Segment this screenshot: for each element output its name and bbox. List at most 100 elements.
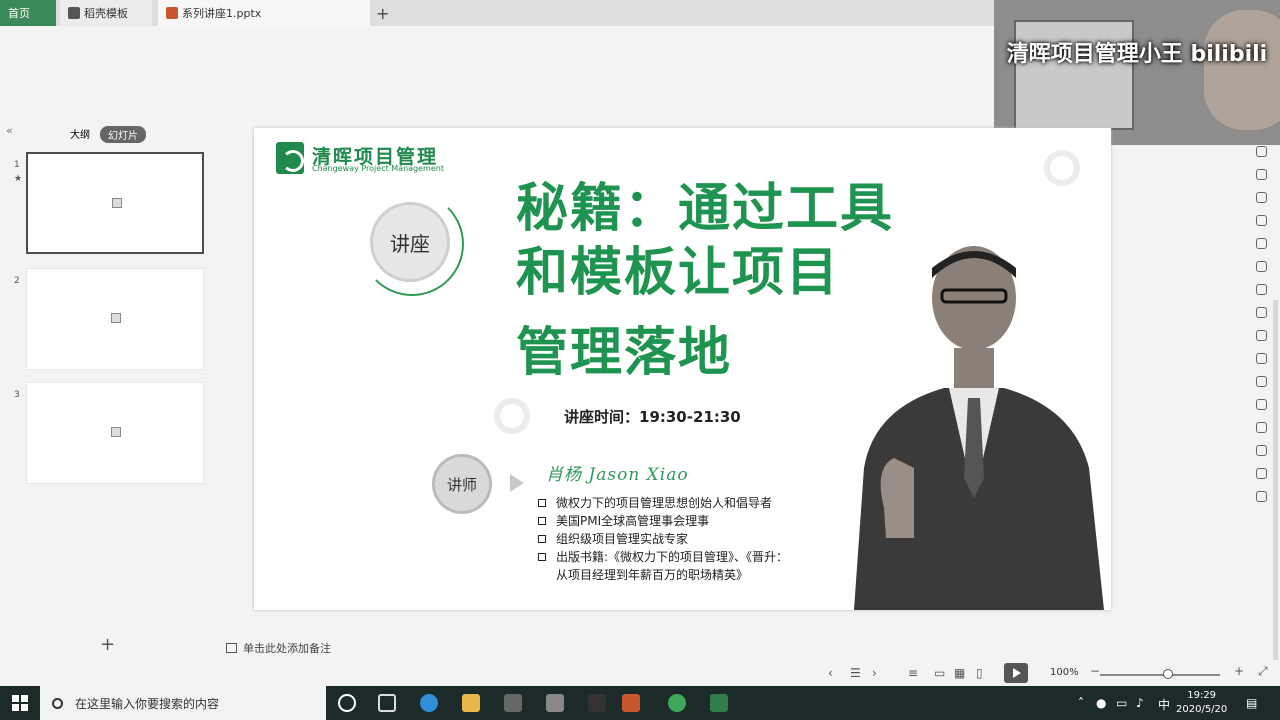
list-item: 微权力下的项目管理思想创始人和倡导者 (538, 494, 788, 512)
app-icon[interactable] (588, 694, 606, 712)
edge-icon[interactable] (420, 694, 438, 712)
wps-writer-icon[interactable] (710, 694, 728, 712)
zoom-level[interactable]: 100% (1050, 667, 1079, 678)
zoom-in-icon[interactable]: + (1234, 664, 1244, 678)
tool-icon[interactable] (1256, 261, 1267, 272)
list-item: 出版书籍:《微权力下的项目管理》、《晋升： (538, 548, 788, 566)
cortana-icon[interactable] (338, 694, 356, 712)
add-slide-button[interactable]: + (100, 634, 115, 655)
scrollbar[interactable] (1273, 300, 1278, 660)
slide-thumbnail[interactable] (26, 268, 204, 370)
tool-icon[interactable] (1256, 146, 1267, 157)
slideshow-play-button[interactable] (1004, 663, 1028, 683)
wps-presentation-icon[interactable] (622, 694, 640, 712)
list-item: 从项目经理到年薪百万的职场精英》 (538, 566, 788, 584)
list-item: 美国PMI全球高管理事会理事 (538, 512, 788, 530)
watermark: 清晖项目管理小王 bilibili (1006, 42, 1268, 67)
webcam-presenter (1204, 10, 1280, 130)
tool-icon[interactable] (1256, 422, 1267, 433)
image-placeholder-icon (112, 198, 122, 208)
status-bar: ‹ ☰ › ≡ ▭ ▦ ▯ (0, 660, 1280, 686)
zoom-out-icon[interactable]: − (1090, 664, 1100, 678)
tool-icon[interactable] (1256, 307, 1267, 318)
decorative-ring (494, 398, 530, 434)
tool-icon[interactable] (1256, 238, 1267, 249)
teacher-name: 肖杨 Jason Xiao (546, 465, 689, 485)
tool-icon[interactable] (1256, 353, 1267, 364)
new-tab-button[interactable]: + (376, 4, 389, 23)
volume-icon[interactable]: ♪ (1136, 696, 1144, 710)
presenter-photo (854, 246, 1104, 610)
taskbar-search-input[interactable]: 在这里输入你要搜索的内容 (40, 686, 326, 720)
company-logo (276, 142, 304, 174)
tool-icon[interactable] (1256, 491, 1267, 502)
search-placeholder: 在这里输入你要搜索的内容 (75, 696, 220, 711)
windows-taskbar: 在这里输入你要搜索的内容 ˄ ● ▭ ♪ 中 19:29 2020/5/20 ▤ (0, 686, 1280, 720)
pptx-file-icon (166, 7, 178, 19)
tab-templates[interactable]: 稻壳模板 (60, 0, 152, 26)
tool-icon[interactable] (1256, 468, 1267, 479)
tool-icon[interactable] (1256, 376, 1267, 387)
tool-icon[interactable] (1256, 330, 1267, 341)
next-slide-icon[interactable]: › (872, 666, 877, 680)
tray-icon[interactable]: ˄ (1078, 696, 1084, 710)
list-item-text: 出版书籍:《微权力下的项目管理》、《晋升： (556, 550, 789, 564)
webcam-overlay: 清晖项目管理小王 bilibili (994, 0, 1280, 145)
notes-toggle-icon[interactable]: ≡ (908, 666, 918, 680)
task-view-icon[interactable] (378, 694, 396, 712)
windows-start-icon[interactable] (12, 695, 28, 711)
prev-slide-icon[interactable]: ‹ (828, 666, 833, 680)
normal-view-icon[interactable]: ▭ (934, 666, 945, 680)
tray-icon[interactable]: ▭ (1116, 696, 1127, 710)
slide-title-line: 和模板让项目 (516, 243, 841, 303)
collapse-panel-button[interactable]: « (6, 124, 13, 137)
slide-thumbnail[interactable] (26, 382, 204, 484)
tab-home-label: 首页 (8, 7, 30, 20)
tool-icon[interactable] (1256, 215, 1267, 226)
list-item-text: 从项目经理到年薪百万的职场精英》 (556, 568, 749, 582)
tool-icon[interactable] (1256, 169, 1267, 180)
slide-number: 1 (14, 160, 20, 170)
app-icon[interactable] (546, 694, 564, 712)
tool-icon[interactable] (1256, 399, 1267, 410)
zoom-slider[interactable] (1100, 674, 1220, 676)
tab-document[interactable]: 系列讲座1.pptx (158, 0, 370, 26)
image-placeholder-icon (111, 313, 121, 323)
clock-date: 2020/5/20 (1176, 704, 1228, 715)
sorter-view-icon[interactable]: ▦ (954, 666, 965, 680)
wechat-icon[interactable] (668, 694, 686, 712)
decorative-ring (1044, 150, 1080, 186)
tab-slides[interactable]: 幻灯片 (100, 126, 146, 143)
image-placeholder-icon (111, 427, 121, 437)
tool-icon[interactable] (1256, 192, 1267, 203)
notes-icon (226, 643, 237, 653)
slide-canvas[interactable]: 清晖项目管理 Changeway Project Management 秘籍：通… (254, 128, 1111, 610)
tool-icon[interactable] (1256, 445, 1267, 456)
file-explorer-icon[interactable] (462, 694, 480, 712)
teacher-badge: 讲师 (432, 454, 492, 514)
bullet-icon (538, 499, 546, 507)
fit-window-icon[interactable]: ⤢ (1258, 664, 1268, 679)
tool-icon[interactable] (1256, 284, 1267, 295)
tab-home[interactable]: 首页 (0, 0, 56, 26)
tray-icon[interactable]: ● (1096, 696, 1106, 710)
notification-icon[interactable]: ▤ (1246, 696, 1257, 710)
ime-indicator[interactable]: 中 (1158, 696, 1170, 713)
bullet-icon (538, 553, 546, 561)
list-item: 组织级项目管理实战专家 (538, 530, 788, 548)
list-item-text: 组织级项目管理实战专家 (556, 532, 689, 546)
zoom-slider-handle[interactable] (1163, 669, 1173, 679)
docer-icon (68, 7, 80, 19)
store-icon[interactable] (504, 694, 522, 712)
notes-area[interactable]: 单击此处添加备注 (226, 640, 331, 656)
bullet-icon (538, 535, 546, 543)
logo-subtext: Changeway Project Management (312, 164, 444, 173)
teacher-bio-list: 微权力下的项目管理思想创始人和倡导者 美国PMI全球高管理事会理事 组织级项目管… (538, 494, 788, 584)
tab-outline[interactable]: 大纲 (70, 126, 90, 143)
right-toolbar (1254, 146, 1270, 514)
slide-thumbnail[interactable] (26, 152, 204, 254)
taskbar-clock[interactable]: 19:29 2020/5/20 (1176, 689, 1227, 717)
reading-view-icon[interactable]: ▯ (976, 666, 983, 680)
list-icon[interactable]: ☰ (850, 666, 861, 680)
slide-number: 3 (14, 390, 20, 400)
